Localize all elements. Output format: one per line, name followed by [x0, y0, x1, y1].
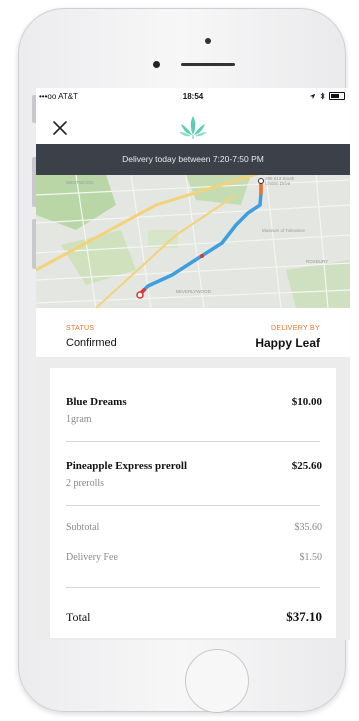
item-name: Pineapple Express preroll: [66, 460, 188, 472]
map-canvas: 299 513 South Linden Drive Museum of Tol…: [36, 175, 350, 308]
close-icon[interactable]: [50, 118, 70, 138]
location-arrow-icon: [309, 93, 316, 99]
status-time: 18:54: [182, 92, 204, 101]
status-value: Confirmed: [66, 337, 117, 349]
order-summary-area: Blue Dreams 1gram $10.00 Pineapple Expre…: [36, 357, 350, 640]
total-value: $37.10: [286, 609, 322, 624]
delivery-fee-value: $1.50: [299, 552, 323, 563]
leaf-logo-icon: [179, 116, 207, 139]
app-screen: •••oo AT&T 18:54 Delivery today between …: [36, 88, 350, 640]
order-info: STATUS Confirmed DELIVERY BY Happy Leaf: [36, 308, 350, 357]
divider: [66, 587, 320, 588]
bluetooth-icon: [320, 92, 325, 100]
item-price: $25.60: [291, 460, 322, 472]
front-camera: [153, 61, 160, 68]
route-map[interactable]: 299 513 South Linden Drive Museum of Tol…: [36, 175, 350, 308]
status-label: STATUS: [66, 325, 95, 332]
divider: [66, 505, 320, 506]
map-area-label-3: ROXBURY: [306, 259, 328, 264]
item-quantity: 1gram: [66, 414, 92, 425]
item-name: Blue Dreams: [66, 396, 127, 408]
battery-icon: [329, 92, 345, 100]
delivery-by-value: Happy Leaf: [255, 336, 320, 350]
delivery-by-label: DELIVERY BY: [271, 325, 320, 332]
home-button[interactable]: [185, 649, 249, 713]
front-sensor: [205, 38, 211, 44]
nav-bar: [36, 110, 350, 144]
subtotal-label: Subtotal: [66, 522, 100, 533]
map-destination-label-2: Linden Drive: [265, 181, 291, 186]
divider: [66, 441, 320, 442]
map-area-label-2: BEVERLYWOOD: [176, 289, 212, 294]
map-poi-label: Museum of Tolerance: [262, 228, 305, 233]
delivery-window-banner: Delivery today between 7:20-7:50 PM: [36, 144, 350, 175]
status-bar: •••oo AT&T 18:54: [36, 88, 350, 104]
delivery-fee-label: Delivery Fee: [66, 552, 118, 563]
map-area-label-1: WESTWOOD: [66, 180, 94, 185]
subtotal-value: $35.60: [294, 522, 323, 533]
total-label: Total: [66, 610, 91, 624]
status-icons: [309, 92, 345, 100]
item-quantity: 2 prerolls: [66, 478, 105, 489]
earpiece-speaker: [181, 63, 235, 66]
item-price: $10.00: [291, 396, 322, 408]
order-summary-card: Blue Dreams 1gram $10.00 Pineapple Expre…: [50, 368, 336, 638]
